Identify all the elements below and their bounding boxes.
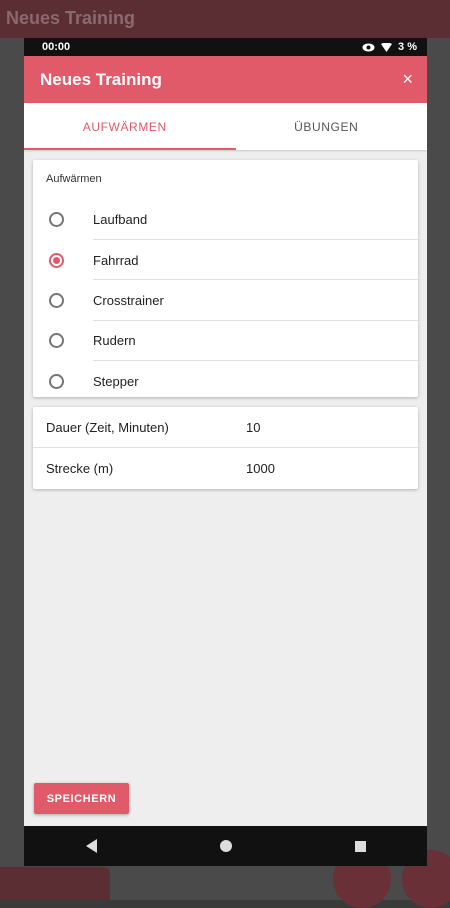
recent-apps-icon[interactable] (354, 840, 366, 852)
radio-option-rudern[interactable]: Rudern (33, 320, 418, 360)
background-header: Neues Training (0, 0, 450, 38)
tab-uebungen[interactable]: ÜBUNGEN (226, 103, 428, 150)
radio-option-stepper[interactable]: Stepper (33, 361, 418, 401)
dialog-screen: 00:00 3 % Neues Training × AUFWÄRMEN ÜBU… (24, 38, 427, 866)
radio-option-label: Stepper (93, 373, 139, 389)
home-icon[interactable] (219, 840, 232, 852)
radio-option-laufband[interactable]: Laufband (33, 199, 418, 239)
back-icon[interactable] (85, 839, 97, 853)
eye-icon (362, 43, 375, 51)
tab-indicator (24, 148, 236, 150)
radio-option-label: Fahrrad (93, 252, 139, 268)
status-icons: 3 % (362, 41, 417, 53)
duration-label: Dauer (Zeit, Minuten) (46, 419, 169, 435)
radio-button[interactable] (49, 292, 64, 308)
radio-option-label: Laufband (93, 211, 148, 227)
radio-button[interactable] (49, 211, 64, 227)
radio-option-label: Rudern (93, 332, 136, 348)
app-bar: Neues Training × (24, 56, 427, 103)
status-time: 00:00 (42, 41, 71, 53)
tab-aufwaermen[interactable]: AUFWÄRMEN (24, 103, 226, 150)
wifi-icon (381, 42, 393, 52)
duration-field[interactable]: Dauer (Zeit, Minuten) 10 (33, 407, 418, 447)
save-button[interactable]: SPEICHERN (34, 783, 129, 814)
radio-option-label: Crosstrainer (93, 292, 164, 308)
navigation-bar (24, 826, 427, 866)
status-bar: 00:00 3 % (24, 38, 427, 56)
background-bottom-button (0, 867, 110, 900)
warmup-card: Aufwärmen Laufband Fahrrad Crosstrainer … (33, 160, 418, 397)
warmup-label: Aufwärmen (46, 173, 102, 185)
radio-option-fahrrad[interactable]: Fahrrad (33, 240, 418, 280)
battery-text: 3 % (398, 41, 417, 53)
background-title: Neues Training (6, 8, 136, 28)
distance-label: Strecke (m) (46, 460, 114, 476)
close-icon[interactable]: × (402, 69, 413, 90)
tab-bar: AUFWÄRMEN ÜBUNGEN (24, 103, 427, 150)
radio-button[interactable] (49, 332, 64, 348)
radio-button-checked[interactable] (49, 252, 64, 268)
details-card: Dauer (Zeit, Minuten) 10 Strecke (m) 100… (33, 407, 418, 489)
distance-input[interactable]: 1000 (246, 461, 275, 476)
radio-button[interactable] (49, 373, 64, 389)
radio-option-crosstrainer[interactable]: Crosstrainer (33, 280, 418, 320)
dialog-title: Neues Training (40, 69, 162, 89)
distance-field[interactable]: Strecke (m) 1000 (33, 448, 418, 488)
duration-input[interactable]: 10 (246, 420, 260, 435)
